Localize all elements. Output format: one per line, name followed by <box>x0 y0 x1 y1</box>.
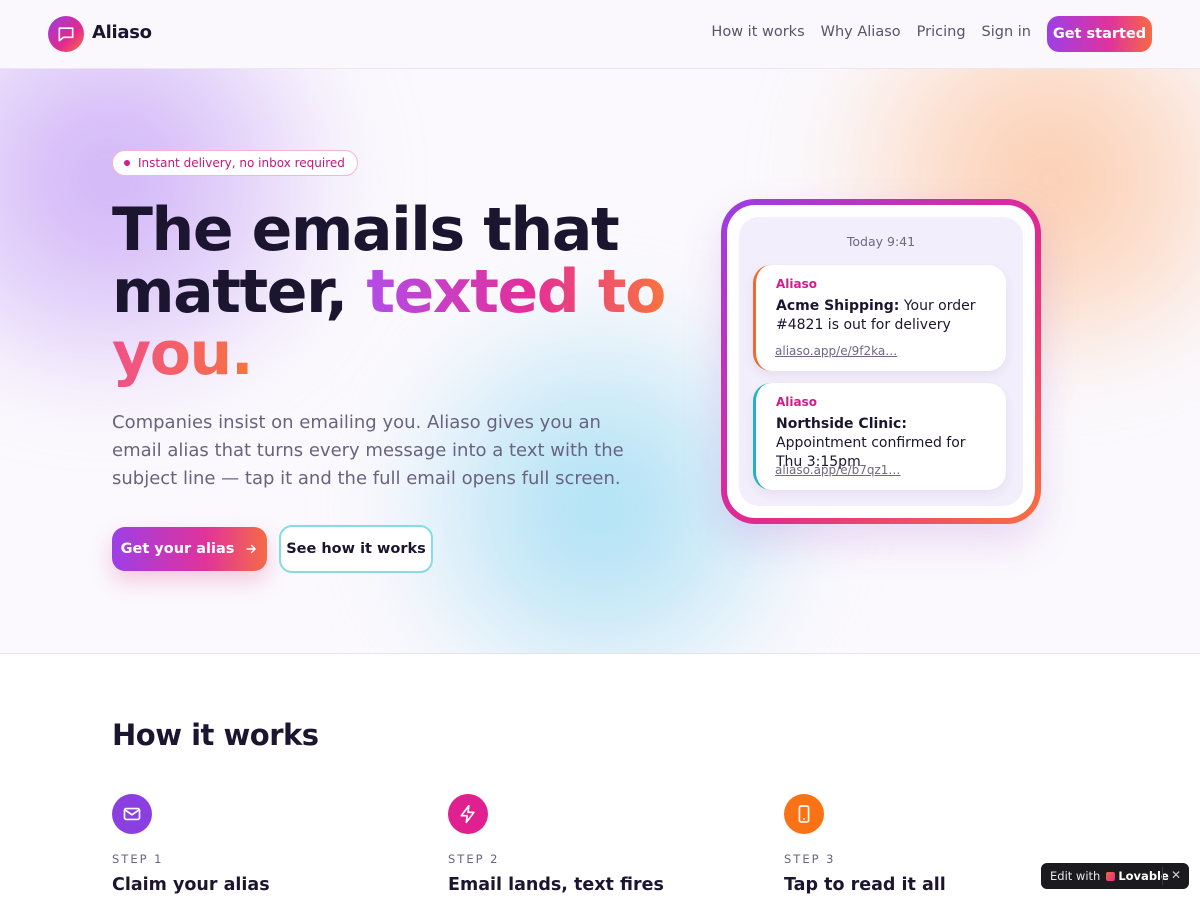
pill-dot-icon <box>124 160 130 166</box>
get-started-button[interactable]: Get started <box>1047 16 1152 52</box>
message-card[interactable]: Aliaso Acme Shipping: Your order #4821 i… <box>753 265 1006 371</box>
arrow-right-icon <box>246 544 257 554</box>
nav-pricing[interactable]: Pricing <box>917 24 966 40</box>
step-label: STEP 1 <box>112 852 164 866</box>
badge-edit-with: Edit with <box>1050 869 1101 883</box>
step-title: Tap to read it all <box>784 875 946 895</box>
badge-divider <box>1162 867 1163 885</box>
close-icon[interactable]: ✕ <box>1171 868 1181 882</box>
phone-icon <box>784 794 824 834</box>
step-1: STEP 1 Claim your alias <box>112 794 412 895</box>
phone-mockup: Today 9:41 Aliaso Acme Shipping: Your or… <box>721 199 1041 524</box>
step-title: Claim your alias <box>112 875 270 895</box>
message-sender: Acme Shipping: <box>776 298 900 314</box>
see-how-it-works-button[interactable]: See how it works <box>279 525 433 573</box>
nav-how-it-works[interactable]: How it works <box>711 24 804 40</box>
pill-text: Instant delivery, no inbox required <box>138 156 345 170</box>
lovable-heart-icon <box>1106 871 1116 881</box>
phone-screen: Today 9:41 Aliaso Acme Shipping: Your or… <box>739 217 1023 506</box>
step-label: STEP 3 <box>784 852 836 866</box>
message-sender: Northside Clinic: <box>776 416 907 432</box>
message-link[interactable]: aliaso.app/e/b7qz1… <box>775 463 900 477</box>
step-label: STEP 2 <box>448 852 500 866</box>
brand-name[interactable]: Aliaso <box>92 22 152 43</box>
lightning-icon <box>448 794 488 834</box>
headline-part-3: you. <box>112 319 254 389</box>
message-body: Acme Shipping: Your order #4821 is out f… <box>776 297 992 335</box>
message-card[interactable]: Aliaso Northside Clinic: Appointment con… <box>753 383 1006 490</box>
mail-icon <box>112 794 152 834</box>
step-2: STEP 2 Email lands, text fires <box>448 794 748 895</box>
headline-part-2: texted to <box>366 257 666 327</box>
how-it-works-title: How it works <box>112 718 319 752</box>
site-header: Aliaso How it works Why Aliaso Pricing S… <box>0 0 1200 69</box>
message-from: Aliaso <box>776 277 817 291</box>
phone-time: Today 9:41 <box>846 234 916 249</box>
hero-headline: The emails that matter, texted to you. <box>112 199 672 385</box>
nav-why-aliaso[interactable]: Why Aliaso <box>821 24 901 40</box>
message-from: Aliaso <box>776 395 817 409</box>
message-link[interactable]: aliaso.app/e/9f2ka… <box>775 344 897 358</box>
phone-frame: Today 9:41 Aliaso Acme Shipping: Your or… <box>727 205 1035 518</box>
get-your-alias-label: Get your alias <box>120 541 235 557</box>
hero-section: Instant delivery, no inbox required The … <box>0 69 1200 654</box>
step-3: STEP 3 Tap to read it all <box>784 794 1084 895</box>
delivery-pill: Instant delivery, no inbox required <box>112 150 358 176</box>
badge-brand: Lovable <box>1106 869 1169 883</box>
edit-with-lovable-badge[interactable]: Edit with Lovable ✕ <box>1041 863 1189 889</box>
step-title: Email lands, text fires <box>448 875 664 895</box>
hero-subtitle: Companies insist on emailing you. Aliaso… <box>112 412 624 489</box>
get-your-alias-button[interactable]: Get your alias <box>112 527 267 571</box>
main-nav: How it works Why Aliaso Pricing Sign in <box>711 24 1031 40</box>
nav-sign-in[interactable]: Sign in <box>982 24 1031 40</box>
logo-icon[interactable] <box>48 16 84 52</box>
